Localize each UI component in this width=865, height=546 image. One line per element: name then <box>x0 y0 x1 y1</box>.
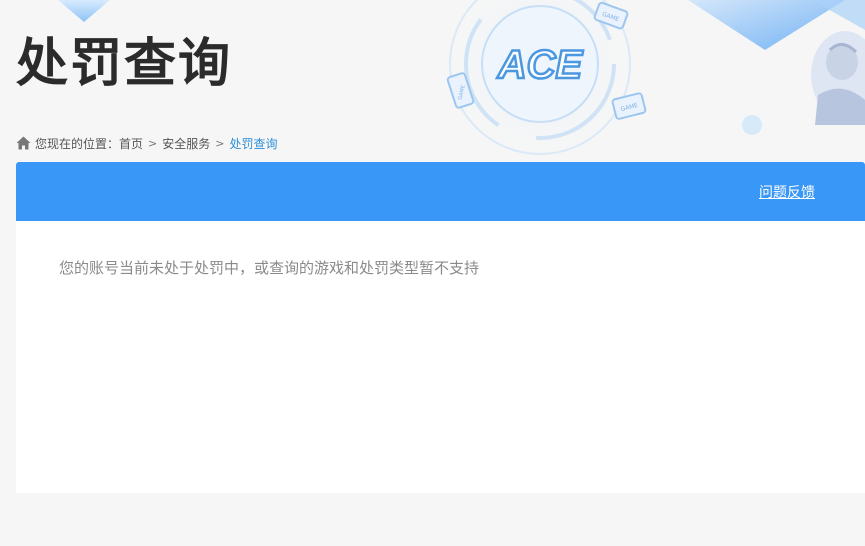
result-panel: 问题反馈 您的账号当前未处于处罚中，或查询的游戏和处罚类型暂不支持 <box>16 162 865 493</box>
breadcrumb-current: 处罚查询 <box>229 136 278 151</box>
panel-body: 您的账号当前未处于处罚中，或查询的游戏和处罚类型暂不支持 <box>16 221 865 278</box>
home-icon <box>16 136 31 150</box>
ace-logo-icon: ACE <box>496 42 585 89</box>
breadcrumb-separator: > <box>215 136 225 150</box>
gem-shape-left <box>58 0 110 22</box>
breadcrumb-separator: > <box>148 136 158 150</box>
page: ACE GAME GAME GAME 处罚查询 您现在的位置： 首页 > 安全服… <box>0 0 865 546</box>
character-figure-icon <box>811 31 865 125</box>
panel-header: 问题反馈 <box>16 162 865 221</box>
breadcrumb-prefix: 您现在的位置： <box>35 136 120 151</box>
svg-text:ACE: ACE <box>497 43 584 87</box>
gem-shape-right <box>688 0 845 50</box>
svg-text:GAME: GAME <box>458 85 467 101</box>
result-message: 您的账号当前未处于处罚中，或查询的游戏和处罚类型暂不支持 <box>59 259 480 277</box>
breadcrumb: 您现在的位置： 首页 > 安全服务 > 处罚查询 <box>16 134 278 152</box>
breadcrumb-security-link[interactable]: 安全服务 <box>162 135 210 152</box>
feedback-link[interactable]: 问题反馈 <box>759 182 815 202</box>
svg-text:GAME: GAME <box>620 102 639 113</box>
page-title: 处罚查询 <box>16 34 233 94</box>
svg-text:GAME: GAME <box>601 11 620 24</box>
breadcrumb-home-link[interactable]: 首页 <box>119 135 143 152</box>
